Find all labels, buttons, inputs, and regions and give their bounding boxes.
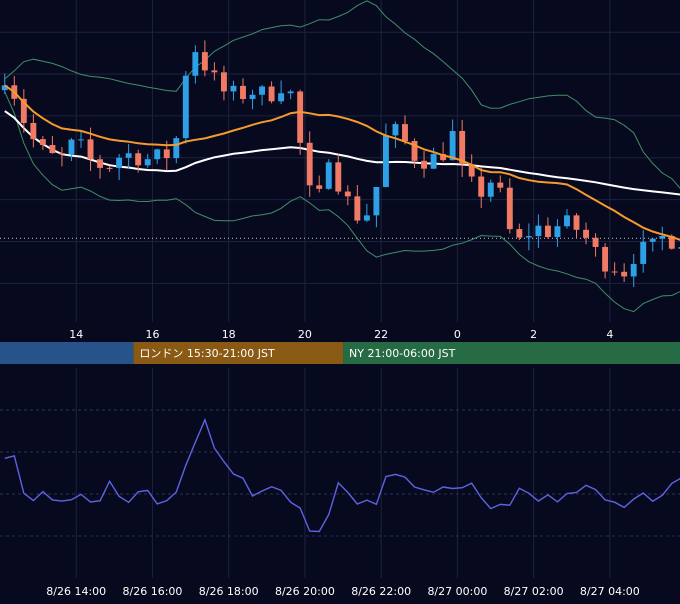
price-x-tick-label: 18 (222, 328, 236, 341)
candle-body (268, 86, 275, 102)
chart-canvas[interactable]: 14 16 18 20 22 0 2 4 ロンドン 15:30-21:00 JST NY 21:0… (0, 0, 680, 600)
candle-body (544, 225, 551, 238)
candle-body (583, 229, 589, 238)
oscillator-x-tick-label: 8/26 22:00 (351, 585, 411, 598)
candle-body (220, 72, 227, 92)
candle-body (325, 162, 332, 189)
candle-body (363, 215, 370, 221)
candle-body (621, 271, 628, 277)
candle-body (201, 52, 208, 71)
candle-body (430, 154, 437, 169)
price-x-tick-label: 22 (374, 328, 388, 341)
candle-body (49, 145, 56, 154)
candle-body (392, 124, 399, 136)
candle-body (506, 187, 513, 230)
candle-body (354, 196, 361, 221)
candle-body (39, 139, 46, 146)
candle-body (144, 159, 151, 166)
session-block (0, 342, 134, 364)
candle-body (163, 149, 170, 159)
candle-body (87, 139, 94, 160)
oscillator-x-tick-label: 8/26 18:00 (199, 585, 259, 598)
oscillator-x-tick-label: 8/27 00:00 (427, 585, 487, 598)
session-bar: ロンドン 15:30-21:00 JST NY 21:00-06:00 JST (0, 342, 680, 364)
candle-body (30, 122, 37, 140)
oscillator-x-tick-label: 8/26 16:00 (123, 585, 183, 598)
session-label: NY 21:00-06:00 JST (349, 347, 456, 360)
candle-body (116, 157, 123, 169)
candle-body (344, 191, 351, 197)
candle-body (659, 236, 666, 239)
candle-body (516, 229, 523, 238)
candle-body (602, 246, 609, 272)
candle-body (78, 139, 84, 141)
price-x-tick-label: 4 (606, 328, 613, 341)
candle-body (125, 153, 132, 158)
price-x-tick-label: 2 (530, 328, 537, 341)
candle-body (259, 86, 266, 95)
price-x-tick-label: 0 (454, 328, 461, 341)
candle-body (240, 85, 246, 99)
candle-body (287, 91, 294, 94)
candle-body (192, 52, 199, 76)
price-x-tick-label: 20 (298, 328, 312, 341)
candle-body (373, 187, 380, 216)
candle-body (640, 241, 647, 264)
candle-body (97, 159, 104, 168)
oscillator-x-tick-label: 8/27 02:00 (504, 585, 564, 598)
candle-body (278, 93, 285, 102)
candle-body (249, 94, 256, 99)
chart-background (0, 0, 680, 600)
candle-body (421, 160, 428, 169)
candle-body (154, 149, 161, 160)
candle-body (449, 131, 456, 161)
candle-body (211, 70, 218, 73)
candle-body (564, 215, 570, 227)
price-x-tick-label: 16 (145, 328, 159, 341)
candle-body (611, 271, 618, 273)
candle-body (306, 142, 313, 186)
candle-body (630, 263, 637, 277)
candle-body (335, 162, 342, 192)
candle-body (592, 237, 599, 247)
candle-body (497, 182, 504, 188)
candle-body (106, 167, 113, 169)
candle-body (554, 226, 561, 238)
candle-body (230, 85, 237, 92)
candle-body (135, 153, 142, 166)
price-x-tick-label: 14 (69, 328, 83, 341)
candle-body (478, 176, 485, 197)
candle-body (525, 236, 532, 238)
candle-body (487, 182, 494, 197)
oscillator-x-tick-label: 8/27 04:00 (580, 585, 640, 598)
candle-body (297, 91, 304, 143)
candle-body (402, 124, 408, 142)
candle-body (535, 225, 542, 237)
candle-body (173, 138, 180, 159)
candle-body (573, 215, 580, 230)
trading-chart[interactable]: 14 16 18 20 22 0 2 4 ロンドン 15:30-21:00 JST NY 21:0… (0, 0, 680, 600)
candle-body (316, 185, 323, 189)
session-label: ロンドン 15:30-21:00 JST (139, 347, 275, 360)
candle-body (649, 238, 656, 242)
candle-body (182, 75, 189, 139)
candle-body (68, 139, 75, 155)
oscillator-x-tick-label: 8/26 20:00 (275, 585, 335, 598)
candle-body (382, 135, 389, 188)
oscillator-x-tick-label: 8/26 14:00 (46, 585, 106, 598)
candle-body (58, 153, 65, 155)
